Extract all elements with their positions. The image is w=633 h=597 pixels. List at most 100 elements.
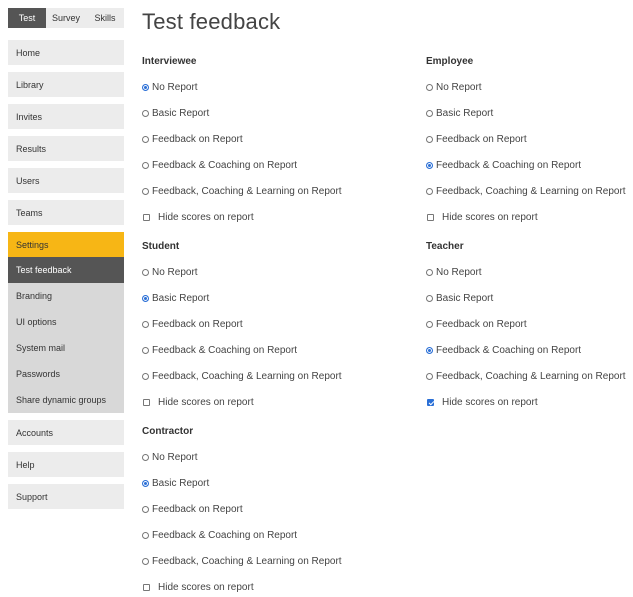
radio-option[interactable]: No Report [426, 80, 482, 94]
radio-option[interactable]: Feedback & Coaching on Report [142, 158, 297, 172]
radio-label: Feedback on Report [152, 318, 243, 330]
radio-option[interactable]: Basic Report [142, 291, 209, 305]
radio-option[interactable]: No Report [142, 80, 198, 94]
sidebar-subitem-ui-options[interactable]: UI options [8, 309, 124, 335]
radio-option[interactable]: Feedback & Coaching on Report [142, 528, 297, 542]
radio-selected-icon[interactable] [142, 83, 149, 91]
sidebar-subitem-test-feedback[interactable]: Test feedback [8, 257, 124, 283]
sidebar-item-teams[interactable]: Teams [8, 200, 124, 225]
radio-selected-icon[interactable] [142, 479, 149, 487]
sidebar-item-help[interactable]: Help [8, 452, 124, 477]
radio-label: Basic Report [436, 292, 494, 304]
radio-unselected-icon[interactable] [142, 557, 149, 565]
sidebar: Test Survey Skills Home Library Invites … [8, 8, 124, 509]
radio-option[interactable]: Basic Report [142, 106, 209, 120]
radio-option[interactable]: Feedback & Coaching on Report [426, 158, 581, 172]
radio-unselected-icon[interactable] [142, 268, 149, 276]
radio-unselected-icon[interactable] [426, 372, 433, 380]
sidebar-item-results[interactable]: Results [8, 136, 124, 161]
sidebar-item-settings[interactable]: Settings [8, 232, 124, 257]
radio-unselected-icon[interactable] [426, 135, 433, 143]
radio-option[interactable]: Feedback, Coaching & Learning on Report [426, 184, 626, 198]
radio-label: No Report [152, 81, 198, 93]
radio-option[interactable]: No Report [142, 265, 198, 279]
hide-scores-checkbox-row[interactable]: Hide scores on report [142, 580, 254, 594]
radio-option[interactable]: Feedback & Coaching on Report [426, 343, 581, 357]
radio-option[interactable]: Feedback & Coaching on Report [142, 343, 297, 357]
radio-selected-icon[interactable] [142, 294, 149, 302]
radio-option[interactable]: No Report [426, 265, 482, 279]
sidebar-item-library[interactable]: Library [8, 72, 124, 97]
tab-test[interactable]: Test [8, 8, 46, 28]
radio-unselected-icon[interactable] [142, 187, 149, 195]
sidebar-subitem-branding[interactable]: Branding [8, 283, 124, 309]
radio-option[interactable]: Basic Report [142, 476, 209, 490]
checkbox-unchecked-icon[interactable] [427, 213, 434, 221]
radio-option[interactable]: No Report [142, 450, 198, 464]
radio-unselected-icon[interactable] [426, 268, 433, 276]
radio-option[interactable]: Feedback, Coaching & Learning on Report [142, 369, 342, 383]
hide-scores-checkbox-row[interactable]: Hide scores on report [142, 395, 254, 409]
sidebar-item-accounts[interactable]: Accounts [8, 420, 124, 445]
sidebar-item-home[interactable]: Home [8, 40, 124, 65]
section-title: Teacher [426, 240, 464, 252]
radio-unselected-icon[interactable] [426, 294, 433, 302]
tab-survey[interactable]: Survey [46, 8, 86, 28]
sidebar-subitem-passwords[interactable]: Passwords [8, 361, 124, 387]
hide-scores-label: Hide scores on report [442, 396, 538, 408]
radio-label: Feedback on Report [152, 503, 243, 515]
radio-unselected-icon[interactable] [142, 161, 149, 169]
sidebar-item-users[interactable]: Users [8, 168, 124, 193]
radio-label: Feedback & Coaching on Report [152, 529, 298, 541]
radio-option[interactable]: Feedback, Coaching & Learning on Report [142, 184, 342, 198]
radio-unselected-icon[interactable] [142, 135, 149, 143]
radio-label: Feedback, Coaching & Learning on Report [436, 370, 626, 382]
radio-label: Feedback & Coaching on Report [436, 344, 582, 356]
checkbox-unchecked-icon[interactable] [143, 213, 150, 221]
radio-option[interactable]: Feedback on Report [142, 502, 243, 516]
section-title: Employee [426, 55, 474, 67]
radio-selected-icon[interactable] [426, 161, 433, 169]
checkbox-unchecked-icon[interactable] [143, 398, 150, 406]
radio-option[interactable]: Basic Report [426, 106, 493, 120]
sidebar-item-support[interactable]: Support [8, 484, 124, 509]
radio-option[interactable]: Basic Report [426, 291, 493, 305]
radio-label: Basic Report [152, 292, 210, 304]
radio-unselected-icon[interactable] [426, 83, 433, 91]
radio-unselected-icon[interactable] [426, 109, 433, 117]
radio-unselected-icon[interactable] [426, 187, 433, 195]
hide-scores-label: Hide scores on report [158, 396, 254, 408]
checkbox-unchecked-icon[interactable] [143, 583, 150, 591]
checkbox-checked-icon[interactable] [427, 398, 434, 406]
radio-label: Feedback & Coaching on Report [152, 344, 298, 356]
radio-unselected-icon[interactable] [142, 453, 149, 461]
radio-option[interactable]: Feedback on Report [142, 132, 243, 146]
hide-scores-checkbox-row[interactable]: Hide scores on report [426, 395, 538, 409]
radio-unselected-icon[interactable] [142, 109, 149, 117]
hide-scores-checkbox-row[interactable]: Hide scores on report [426, 210, 538, 224]
radio-unselected-icon[interactable] [142, 531, 149, 539]
radio-unselected-icon[interactable] [142, 505, 149, 513]
sidebar-subitem-system-mail[interactable]: System mail [8, 335, 124, 361]
radio-unselected-icon[interactable] [142, 320, 149, 328]
hide-scores-checkbox-row[interactable]: Hide scores on report [142, 210, 254, 224]
radio-unselected-icon[interactable] [426, 320, 433, 328]
radio-option[interactable]: Feedback, Coaching & Learning on Report [142, 554, 342, 568]
radio-label: Feedback on Report [436, 318, 527, 330]
radio-option[interactable]: Feedback on Report [426, 132, 527, 146]
section-title: Contractor [142, 425, 194, 437]
radio-label: Feedback & Coaching on Report [436, 159, 582, 171]
radio-option[interactable]: Feedback, Coaching & Learning on Report [426, 369, 626, 383]
radio-label: Feedback, Coaching & Learning on Report [436, 185, 626, 197]
sidebar-subitem-share-dynamic-groups[interactable]: Share dynamic groups [8, 387, 124, 413]
radio-label: No Report [436, 81, 482, 93]
tab-skills[interactable]: Skills [86, 8, 124, 28]
radio-unselected-icon[interactable] [142, 346, 149, 354]
radio-unselected-icon[interactable] [142, 372, 149, 380]
radio-label: Feedback on Report [436, 133, 527, 145]
hide-scores-label: Hide scores on report [158, 211, 254, 223]
radio-option[interactable]: Feedback on Report [426, 317, 527, 331]
radio-option[interactable]: Feedback on Report [142, 317, 243, 331]
radio-selected-icon[interactable] [426, 346, 433, 354]
sidebar-item-invites[interactable]: Invites [8, 104, 124, 129]
